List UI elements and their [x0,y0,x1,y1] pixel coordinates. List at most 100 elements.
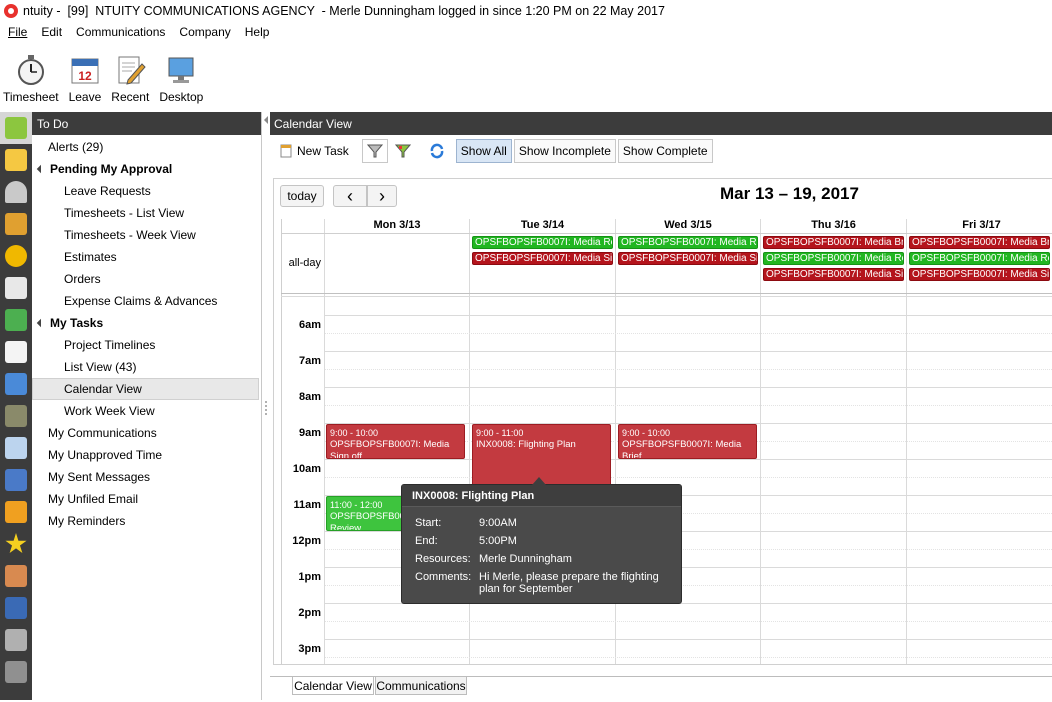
allday-event[interactable]: OPSFBOPSFB0007I: Media Review [472,236,613,249]
todo-timesheets-list[interactable]: Timesheets - List View [32,202,261,224]
bottom-tabs: Calendar View Communications [270,676,1052,698]
module-icon-strip [0,112,32,700]
desktop-button[interactable]: Desktop [156,50,206,106]
todo-expense-claims[interactable]: Expense Claims & Advances [32,290,261,312]
menu-bar: File Edit Communications Company Help [0,23,276,41]
allday-event[interactable]: OPSFBOPSFB0007I: Media Sign off [472,252,613,265]
timesheet-button[interactable]: Timesheet [0,50,62,106]
leave-button[interactable]: 12 Leave [66,50,105,106]
refresh-button[interactable] [424,139,450,163]
recent-label: Recent [111,90,150,104]
allday-event[interactable]: OPSFBOPSFB0007I: Media Brief [763,236,904,249]
tab-calendar-view[interactable]: Calendar View [292,677,374,695]
group-pending-label: Pending My Approval [50,162,173,176]
panel-splitter[interactable] [262,112,270,700]
show-all-button[interactable]: Show All [455,139,512,163]
leave-label: Leave [68,90,102,104]
card-module-icon[interactable] [0,496,32,528]
tools-module-icon[interactable] [0,656,32,688]
dashboard-module-icon[interactable] [0,176,32,208]
calendar-icon: 12 [69,54,101,86]
hour-label: 1pm [298,571,321,583]
new-task-label: New Task [297,144,349,158]
list-module-icon[interactable] [0,336,32,368]
group-pending-approval[interactable]: Pending My Approval [32,158,261,180]
prev-week-button[interactable]: ‹ [333,185,367,207]
network-module-icon[interactable] [0,304,32,336]
calendar-module-icon[interactable] [0,272,32,304]
todo-estimates[interactable]: Estimates [32,246,261,268]
books-module-icon[interactable] [0,592,32,624]
menu-communications[interactable]: Communications [69,25,172,39]
menu-file[interactable]: File [0,25,34,39]
tab-communications[interactable]: Communications [375,677,467,695]
day-header-mon: Mon 3/13 [373,219,421,231]
menu-edit[interactable]: Edit [34,25,69,39]
todo-work-week-view[interactable]: Work Week View [32,400,261,422]
group-my-tasks[interactable]: My Tasks [32,312,261,334]
allday-event[interactable]: OPSFBOPSFB0007I: Media Sign off [618,252,758,265]
funnel-icon [366,144,383,158]
allday-event[interactable]: OPSFBOPSFB0007I: Media Brief [909,236,1050,249]
day-header-tue: Tue 3/14 [520,219,565,231]
funnel-colored-icon [394,144,411,158]
hour-label: 3pm [298,643,321,655]
today-button[interactable]: today [280,185,324,207]
users-module-icon[interactable] [0,560,32,592]
allday-event[interactable]: OPSFBOPSFB0007I: Media Review [763,252,904,265]
expand-triangle-icon[interactable] [36,164,46,174]
recent-button[interactable]: Recent [108,50,152,106]
todo-orders[interactable]: Orders [32,268,261,290]
allday-label: all-day [288,257,321,269]
show-incomplete-button[interactable]: Show Incomplete [513,139,616,163]
filter-button[interactable] [361,139,388,163]
todo-my-unfiled-email[interactable]: My Unfiled Email [32,488,261,510]
expand-triangle-icon[interactable] [36,318,46,328]
folder-module-icon[interactable] [0,144,32,176]
search-doc-module-icon[interactable] [0,432,32,464]
day-header-thu: Thu 3/16 [811,219,856,231]
hour-label: 6am [298,319,321,331]
hour-label: 10am [292,463,321,475]
star-module-icon[interactable] [0,528,32,560]
form-module-icon[interactable] [0,464,32,496]
grid-module-icon[interactable] [0,368,32,400]
todo-my-sent-messages[interactable]: My Sent Messages [32,466,261,488]
tooltip-start-value: 9:00AM [479,517,517,529]
date-range-title: Mar 13 – 19, 2017 [720,184,859,203]
todo-my-communications[interactable]: My Communications [32,422,261,444]
timed-event[interactable]: 9:00 - 10:00 OPSFBOPSFB0007I: Media Brie… [618,424,757,459]
document-pencil-icon [114,54,146,86]
dollar-module-icon[interactable] [0,240,32,272]
settings-module-icon[interactable] [0,624,32,656]
hour-label: 7am [298,355,321,367]
todo-list-view[interactable]: List View (43) [32,356,261,378]
todo-calendar-view[interactable]: Calendar View [32,378,259,400]
timed-event[interactable]: 9:00 - 10:00 OPSFBOPSFB0007I: Media Sign… [326,424,465,459]
todo-project-timelines[interactable]: Project Timelines [32,334,261,356]
todo-my-unapproved-time[interactable]: My Unapproved Time [32,444,261,466]
svg-text:12: 12 [78,69,92,83]
book-module-icon[interactable] [0,400,32,432]
todo-my-reminders[interactable]: My Reminders [32,510,261,532]
menu-company[interactable]: Company [172,25,237,39]
menu-help[interactable]: Help [238,25,277,39]
todo-leave-requests[interactable]: Leave Requests [32,180,261,202]
allday-event[interactable]: OPSFBOPSFB0007I: Media Sign off [909,268,1050,281]
allday-event[interactable]: OPSFBOPSFB0007I: Media Review [618,236,758,249]
show-complete-button[interactable]: Show Complete [617,139,713,163]
monitor-icon [165,54,197,86]
layers-module-icon[interactable] [0,208,32,240]
next-week-button[interactable]: › [367,185,397,207]
tooltip-start-label: Start: [415,517,442,529]
todo-module-icon[interactable] [0,112,32,144]
allday-event[interactable]: OPSFBOPSFB0007I: Media Review [909,252,1050,265]
allday-event[interactable]: OPSFBOPSFB0007I: Media Sign off [763,268,904,281]
title-bar: ntuity - [99] NTUITY COMMUNICATIONS AGEN… [0,0,1052,21]
filter-colored-button[interactable] [390,139,416,163]
day-header-fri: Fri 3/17 [962,219,1001,231]
hour-label: 8am [298,391,321,403]
todo-alerts[interactable]: Alerts (29) [32,136,261,158]
new-task-button[interactable]: New Task [274,139,354,163]
todo-timesheets-week[interactable]: Timesheets - Week View [32,224,261,246]
